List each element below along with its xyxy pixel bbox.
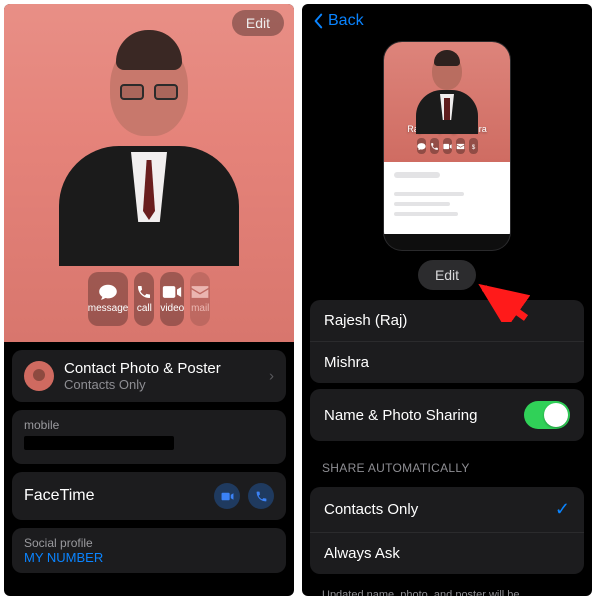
facetime-audio-button[interactable] bbox=[248, 483, 274, 509]
back-button[interactable]: Back bbox=[302, 4, 592, 38]
contact-portrait bbox=[49, 22, 249, 272]
facetime-video-button[interactable] bbox=[214, 483, 240, 509]
mail-button: mail bbox=[190, 272, 210, 326]
mini-phone-icon bbox=[430, 138, 439, 154]
name-photo-sharing-cell[interactable]: Name & Photo Sharing bbox=[310, 389, 584, 441]
action-label: call bbox=[137, 303, 152, 314]
message-icon bbox=[98, 284, 118, 300]
always-ask-option[interactable]: Always Ask bbox=[310, 533, 584, 574]
contact-photo-poster-cell[interactable]: Contact Photo & Poster Contacts Only › bbox=[12, 350, 286, 402]
section-header: Share Automatically bbox=[302, 447, 592, 481]
svg-text:$: $ bbox=[471, 143, 475, 150]
phone-icon bbox=[134, 284, 154, 300]
mini-money-icon: $ bbox=[469, 138, 478, 154]
social-profile-cell[interactable]: Social profile MY NUMBER bbox=[12, 528, 286, 573]
poster-preview[interactable]: Rajesh (Raj) Mishra $ bbox=[384, 42, 510, 250]
mobile-label: mobile bbox=[24, 418, 274, 432]
social-label: Social profile bbox=[24, 536, 274, 550]
action-label: video bbox=[160, 303, 184, 314]
last-name-field[interactable]: Mishra bbox=[310, 342, 584, 383]
chevron-left-icon bbox=[312, 13, 324, 29]
facetime-label: FaceTime bbox=[24, 487, 95, 505]
redacted-number bbox=[24, 436, 174, 450]
mobile-cell[interactable]: mobile bbox=[12, 410, 286, 464]
back-label: Back bbox=[328, 12, 364, 30]
cpp-subtitle: Contacts Only bbox=[64, 377, 221, 392]
left-screen: Edit Raj message bbox=[4, 4, 294, 596]
right-screen: Back Rajesh (Raj) Mishra $ bbox=[302, 4, 592, 596]
footer-text: Updated name, photo, and poster will be … bbox=[302, 580, 592, 596]
action-label: message bbox=[88, 303, 129, 314]
sharing-label: Name & Photo Sharing bbox=[324, 407, 477, 424]
edit-poster-button[interactable]: Edit bbox=[418, 260, 476, 290]
sharing-group: Name & Photo Sharing bbox=[310, 389, 584, 441]
video-icon bbox=[162, 284, 182, 300]
my-number-link[interactable]: MY NUMBER bbox=[24, 550, 274, 565]
contact-poster: Edit Raj message bbox=[4, 4, 294, 342]
video-icon bbox=[221, 490, 234, 503]
contacts-only-option[interactable]: Contacts Only ✓ bbox=[310, 487, 584, 533]
action-label: mail bbox=[191, 303, 209, 314]
mini-message-icon bbox=[417, 138, 426, 154]
sharing-toggle[interactable] bbox=[524, 401, 570, 429]
first-name-field[interactable]: Rajesh (Raj) bbox=[310, 300, 584, 342]
name-group: Rajesh (Raj) Mishra bbox=[310, 300, 584, 383]
mini-mail-icon bbox=[456, 138, 465, 154]
share-auto-group: Contacts Only ✓ Always Ask bbox=[310, 487, 584, 574]
facetime-cell[interactable]: FaceTime bbox=[12, 472, 286, 520]
chevron-right-icon: › bbox=[269, 368, 274, 385]
avatar-thumbnail bbox=[24, 361, 54, 391]
checkmark-icon: ✓ bbox=[555, 499, 570, 520]
mini-video-icon bbox=[443, 138, 452, 154]
cpp-title: Contact Photo & Poster bbox=[64, 360, 221, 377]
mail-icon bbox=[190, 284, 210, 300]
phone-icon bbox=[255, 490, 268, 503]
